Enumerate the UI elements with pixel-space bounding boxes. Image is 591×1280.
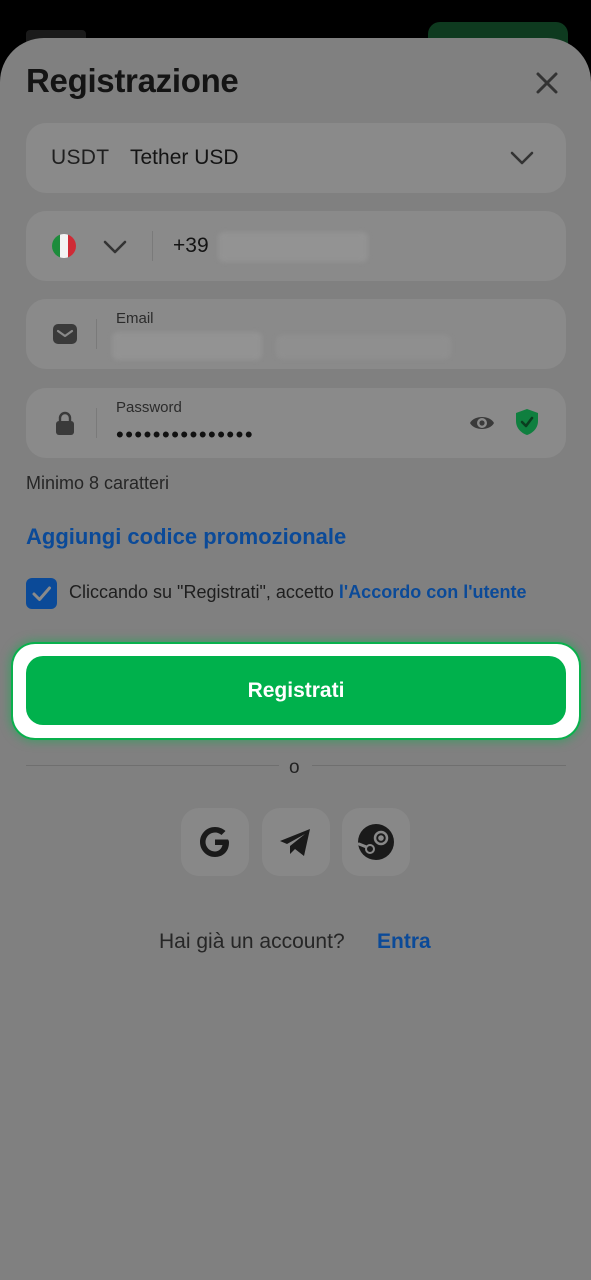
country-chevron-down-icon[interactable] — [102, 239, 128, 255]
eye-icon[interactable] — [469, 411, 495, 435]
email-value-redacted — [276, 335, 451, 359]
agreement-text: Cliccando su "Registrati", accetto l'Acc… — [69, 580, 549, 605]
telegram-login-button[interactable] — [262, 808, 330, 876]
separator — [152, 231, 153, 261]
email-value-redacted — [112, 332, 262, 360]
phone-field[interactable]: +39 — [26, 211, 566, 281]
checkmark-icon — [32, 586, 51, 601]
password-hint: Minimo 8 caratteri — [26, 473, 170, 493]
login-link[interactable]: Entra — [377, 930, 431, 954]
italy-flag-icon[interactable] — [52, 234, 76, 258]
close-icon[interactable] — [530, 66, 564, 100]
telegram-icon — [280, 829, 310, 856]
agreement-checkbox[interactable] — [26, 578, 57, 609]
divider-left — [26, 765, 279, 766]
user-agreement-link[interactable]: l'Accordo con l'utente — [339, 582, 527, 602]
shield-check-icon — [516, 409, 538, 435]
separator — [96, 319, 97, 349]
phone-prefix: +39 — [173, 234, 209, 257]
steam-icon — [357, 824, 394, 860]
register-button[interactable]: Registrati — [26, 656, 566, 725]
google-icon — [200, 827, 229, 857]
chevron-down-icon — [510, 151, 534, 165]
promo-code-link[interactable]: Aggiungi codice promozionale — [26, 524, 346, 550]
envelope-icon — [53, 324, 77, 344]
register-button-highlight: Registrati — [13, 644, 579, 738]
currency-code: USDT — [51, 146, 110, 169]
separator — [96, 408, 97, 438]
sheet-title: Registrazione — [26, 62, 239, 99]
divider-text: o — [289, 757, 300, 778]
google-login-button[interactable] — [181, 808, 249, 876]
email-field[interactable]: Email — [26, 299, 566, 369]
email-label: Email — [116, 310, 154, 327]
lock-icon — [56, 411, 74, 435]
password-field[interactable]: Password ••••••••••••••• — [26, 388, 566, 458]
divider-right — [312, 765, 566, 766]
password-value: ••••••••••••••• — [116, 422, 255, 447]
password-label: Password — [116, 399, 182, 416]
agreement-text-prefix: Cliccando su "Registrati", accetto — [69, 582, 339, 602]
currency-name: Tether USD — [130, 146, 239, 169]
login-question: Hai già un account? — [159, 930, 345, 953]
steam-login-button[interactable] — [342, 808, 410, 876]
phone-number-redacted — [218, 232, 368, 262]
currency-select[interactable]: USDT Tether USD — [26, 123, 566, 193]
